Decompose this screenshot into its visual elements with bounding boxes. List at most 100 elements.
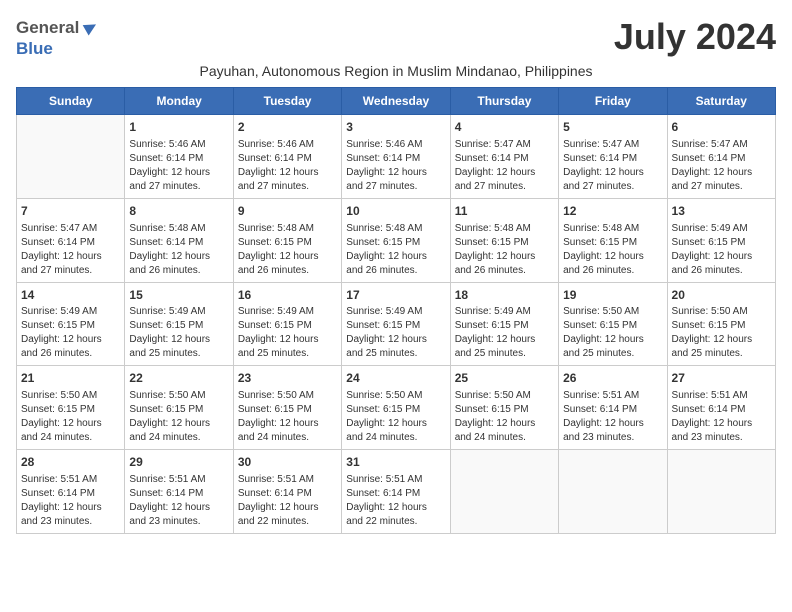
- calendar-cell: 20Sunrise: 5:50 AM Sunset: 6:15 PM Dayli…: [667, 282, 775, 366]
- day-info: Sunrise: 5:49 AM Sunset: 6:15 PM Dayligh…: [238, 305, 337, 361]
- calendar-cell: 16Sunrise: 5:49 AM Sunset: 6:15 PM Dayli…: [233, 282, 341, 366]
- weekday-header-friday: Friday: [559, 88, 667, 115]
- day-info: Sunrise: 5:50 AM Sunset: 6:15 PM Dayligh…: [238, 389, 337, 445]
- calendar-cell: 21 Sunrise: 5:50 AM Sunset: 6:15 PM Dayli…: [17, 366, 125, 450]
- day-number: 23: [238, 370, 337, 387]
- day-number: 6: [672, 119, 771, 136]
- day-info: Sunrise: 5:50 AM Sunset: 6:15 PM Dayligh…: [346, 389, 445, 445]
- day-number: 7: [21, 203, 120, 220]
- day-info: Sunrise: 5:51 AM Sunset: 6:14 PM Dayligh…: [238, 473, 337, 529]
- day-number: 17: [346, 287, 445, 304]
- day-number: 16: [238, 287, 337, 304]
- logo-bird-icon: ►: [77, 13, 106, 43]
- calendar-week-row: 1 Sunrise: 5:46 AM Sunset: 6:14 PM Daylig…: [17, 115, 776, 199]
- day-info: Sunrise: 5:51 AM Sunset: 6:14 PM Dayligh…: [346, 473, 445, 529]
- calendar-cell: 2Sunrise: 5:46 AM Sunset: 6:14 PM Daylig…: [233, 115, 341, 199]
- day-info: Sunrise: 5:47 AM Sunset: 6:14 PM Dayligh…: [672, 138, 771, 194]
- weekday-header-monday: Monday: [125, 88, 233, 115]
- calendar-cell: 5 Sunrise: 5:47 AM Sunset: 6:14 PM Daylig…: [559, 115, 667, 199]
- weekday-header-saturday: Saturday: [667, 88, 775, 115]
- calendar-week-row: 14Sunrise: 5:49 AM Sunset: 6:15 PM Dayli…: [17, 282, 776, 366]
- calendar-cell: 19Sunrise: 5:50 AM Sunset: 6:15 PM Dayli…: [559, 282, 667, 366]
- calendar-cell: [17, 115, 125, 199]
- day-number: 19: [563, 287, 662, 304]
- calendar-cell: 7Sunrise: 5:47 AM Sunset: 6:14 PM Daylig…: [17, 198, 125, 282]
- day-number: 9: [238, 203, 337, 220]
- calendar-cell: 22 Sunrise: 5:50 AM Sunset: 6:15 PM Dayli…: [125, 366, 233, 450]
- day-number: 22: [129, 370, 228, 387]
- calendar-cell: 12Sunrise: 5:48 AM Sunset: 6:15 PM Dayli…: [559, 198, 667, 282]
- day-number: 27: [672, 370, 771, 387]
- calendar-cell: 27 Sunrise: 5:51 AM Sunset: 6:14 PM Dayli…: [667, 366, 775, 450]
- day-number: 11: [455, 203, 554, 220]
- calendar-cell: 3Sunrise: 5:46 AM Sunset: 6:14 PM Daylig…: [342, 115, 450, 199]
- calendar-cell: 4Sunrise: 5:47 AM Sunset: 6:14 PM Daylig…: [450, 115, 558, 199]
- calendar-cell: 29Sunrise: 5:51 AM Sunset: 6:14 PM Dayli…: [125, 450, 233, 534]
- day-info: Sunrise: 5:48 AM Sunset: 6:15 PM Dayligh…: [346, 222, 445, 278]
- calendar-cell: [450, 450, 558, 534]
- calendar-cell: 13Sunrise: 5:49 AM Sunset: 6:15 PM Dayli…: [667, 198, 775, 282]
- logo: General ► Blue: [16, 16, 101, 59]
- logo-blue-text: Blue: [16, 39, 53, 58]
- day-number: 8: [129, 203, 228, 220]
- day-info: Sunrise: 5:48 AM Sunset: 6:15 PM Dayligh…: [238, 222, 337, 278]
- day-number: 1: [129, 119, 228, 136]
- weekday-header-sunday: Sunday: [17, 88, 125, 115]
- day-number: 14: [21, 287, 120, 304]
- day-info: Sunrise: 5:50 AM Sunset: 6:15 PM Dayligh…: [129, 389, 228, 445]
- calendar-cell: 18Sunrise: 5:49 AM Sunset: 6:15 PM Dayli…: [450, 282, 558, 366]
- day-info: Sunrise: 5:46 AM Sunset: 6:14 PM Dayligh…: [346, 138, 445, 194]
- calendar-cell: 25Sunrise: 5:50 AM Sunset: 6:15 PM Dayli…: [450, 366, 558, 450]
- calendar-cell: 1 Sunrise: 5:46 AM Sunset: 6:14 PM Daylig…: [125, 115, 233, 199]
- day-info: Sunrise: 5:49 AM Sunset: 6:15 PM Dayligh…: [346, 305, 445, 361]
- weekday-header-thursday: Thursday: [450, 88, 558, 115]
- calendar-cell: 10 Sunrise: 5:48 AM Sunset: 6:15 PM Dayli…: [342, 198, 450, 282]
- calendar-cell: 24Sunrise: 5:50 AM Sunset: 6:15 PM Dayli…: [342, 366, 450, 450]
- day-info: Sunrise: 5:46 AM Sunset: 6:14 PM Dayligh…: [129, 138, 228, 194]
- calendar-cell: 28 Sunrise: 5:51 AM Sunset: 6:14 PM Dayli…: [17, 450, 125, 534]
- day-info: Sunrise: 5:51 AM Sunset: 6:14 PM Dayligh…: [672, 389, 771, 445]
- header: General ► Blue July 2024: [16, 16, 776, 59]
- month-title: July 2024: [614, 16, 776, 58]
- day-number: 18: [455, 287, 554, 304]
- calendar-cell: 17Sunrise: 5:49 AM Sunset: 6:15 PM Dayli…: [342, 282, 450, 366]
- day-info: Sunrise: 5:50 AM Sunset: 6:15 PM Dayligh…: [672, 305, 771, 361]
- calendar-cell: 6 Sunrise: 5:47 AM Sunset: 6:14 PM Daylig…: [667, 115, 775, 199]
- day-info: Sunrise: 5:51 AM Sunset: 6:14 PM Dayligh…: [563, 389, 662, 445]
- calendar-cell: 30Sunrise: 5:51 AM Sunset: 6:14 PM Dayli…: [233, 450, 341, 534]
- day-info: Sunrise: 5:51 AM Sunset: 6:14 PM Dayligh…: [21, 473, 120, 529]
- day-number: 4: [455, 119, 554, 136]
- calendar-week-row: 28 Sunrise: 5:51 AM Sunset: 6:14 PM Dayli…: [17, 450, 776, 534]
- day-number: 31: [346, 454, 445, 471]
- calendar-cell: 8 Sunrise: 5:48 AM Sunset: 6:14 PM Daylig…: [125, 198, 233, 282]
- weekday-header-row: SundayMondayTuesdayWednesdayThursdayFrid…: [17, 88, 776, 115]
- calendar-subtitle: Payuhan, Autonomous Region in Muslim Min…: [16, 63, 776, 79]
- day-info: Sunrise: 5:47 AM Sunset: 6:14 PM Dayligh…: [563, 138, 662, 194]
- day-info: Sunrise: 5:48 AM Sunset: 6:14 PM Dayligh…: [129, 222, 228, 278]
- weekday-header-tuesday: Tuesday: [233, 88, 341, 115]
- day-info: Sunrise: 5:49 AM Sunset: 6:15 PM Dayligh…: [672, 222, 771, 278]
- weekday-header-wednesday: Wednesday: [342, 88, 450, 115]
- day-number: 2: [238, 119, 337, 136]
- day-number: 29: [129, 454, 228, 471]
- calendar-week-row: 21 Sunrise: 5:50 AM Sunset: 6:15 PM Dayli…: [17, 366, 776, 450]
- day-number: 12: [563, 203, 662, 220]
- day-info: Sunrise: 5:50 AM Sunset: 6:15 PM Dayligh…: [21, 389, 120, 445]
- calendar-cell: [559, 450, 667, 534]
- day-info: Sunrise: 5:48 AM Sunset: 6:15 PM Dayligh…: [455, 222, 554, 278]
- calendar-week-row: 7Sunrise: 5:47 AM Sunset: 6:14 PM Daylig…: [17, 198, 776, 282]
- calendar-cell: 26 Sunrise: 5:51 AM Sunset: 6:14 PM Dayli…: [559, 366, 667, 450]
- day-number: 5: [563, 119, 662, 136]
- day-info: Sunrise: 5:49 AM Sunset: 6:15 PM Dayligh…: [129, 305, 228, 361]
- day-number: 26: [563, 370, 662, 387]
- day-number: 28: [21, 454, 120, 471]
- day-info: Sunrise: 5:49 AM Sunset: 6:15 PM Dayligh…: [21, 305, 120, 361]
- calendar-cell: 15Sunrise: 5:49 AM Sunset: 6:15 PM Dayli…: [125, 282, 233, 366]
- day-info: Sunrise: 5:50 AM Sunset: 6:15 PM Dayligh…: [563, 305, 662, 361]
- day-info: Sunrise: 5:50 AM Sunset: 6:15 PM Dayligh…: [455, 389, 554, 445]
- day-number: 10: [346, 203, 445, 220]
- calendar-table: SundayMondayTuesdayWednesdayThursdayFrid…: [16, 87, 776, 534]
- day-number: 21: [21, 370, 120, 387]
- calendar-cell: 11 Sunrise: 5:48 AM Sunset: 6:15 PM Dayli…: [450, 198, 558, 282]
- calendar-cell: 9 Sunrise: 5:48 AM Sunset: 6:15 PM Daylig…: [233, 198, 341, 282]
